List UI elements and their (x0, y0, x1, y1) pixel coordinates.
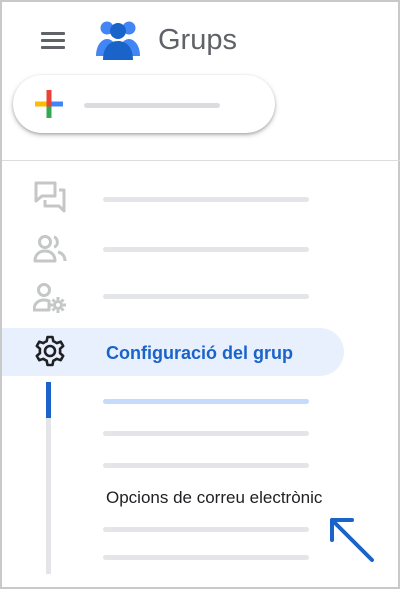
nav-item-placeholder[interactable] (103, 294, 309, 299)
nav-item-placeholder[interactable] (103, 197, 309, 202)
settings-gear-icon (33, 335, 67, 369)
groups-logo-icon (94, 16, 142, 62)
app-frame: Grups Configuració del grup Opcions de c… (0, 0, 400, 589)
sub-item-active-placeholder[interactable] (103, 399, 309, 404)
sub-item-placeholder[interactable] (103, 431, 309, 436)
pointer-arrow-icon (322, 512, 380, 570)
app-title: Grups (158, 24, 237, 56)
plus-colored-icon (35, 90, 63, 118)
subtree-active-marker (46, 382, 51, 418)
conversations-icon[interactable] (33, 180, 67, 214)
nav-item-label: Configuració del grup (106, 343, 293, 363)
header-divider (2, 160, 400, 161)
create-button-placeholder (84, 103, 220, 108)
people-settings-icon[interactable] (32, 280, 67, 314)
nav-item-placeholder[interactable] (103, 247, 309, 252)
sub-item-placeholder[interactable] (103, 555, 309, 560)
sub-item-placeholder[interactable] (103, 463, 309, 468)
members-icon[interactable] (33, 232, 67, 266)
sub-item-placeholder[interactable] (103, 527, 309, 532)
sub-item-email-options[interactable]: Opcions de correu electrònic (106, 487, 322, 509)
hamburger-menu-icon[interactable] (38, 29, 68, 51)
